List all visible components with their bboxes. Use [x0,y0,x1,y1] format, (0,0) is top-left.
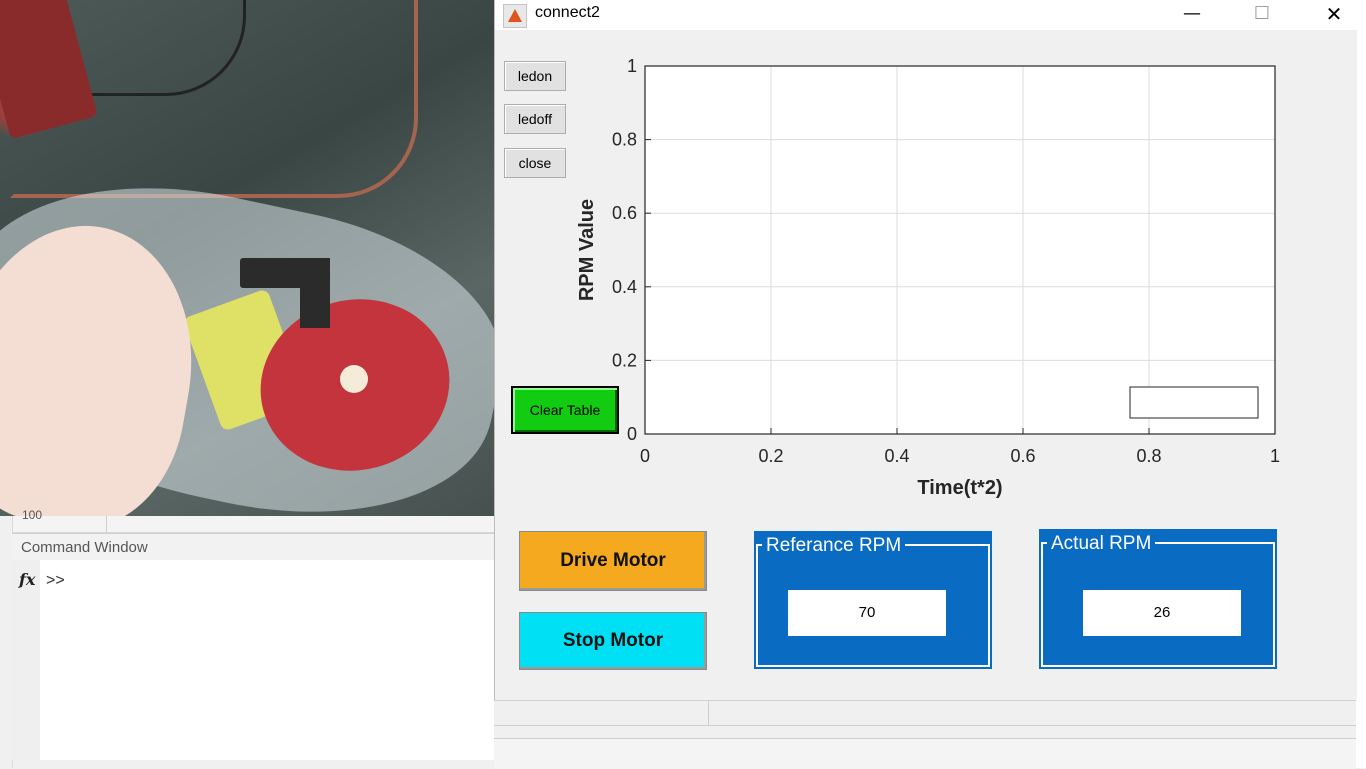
y-tick-label: 0.4 [612,277,637,297]
x-tick-label: 1 [1270,446,1280,466]
rpm-axes: 0 0.2 0.4 0.6 0.8 1 00.20.40.60.81 Time(t*2) … [576,56,1280,499]
right-gutter [1356,0,1366,768]
x-tick-label: 0.8 [1136,446,1161,466]
x-tick-label: 0.4 [884,446,909,466]
actual-rpm-title: Actual RPM [1047,533,1156,555]
actual-rpm-panel: Actual RPM 26 [1039,529,1277,669]
editor-status-strip: 100 [0,508,494,533]
lower-status-bar [494,738,1356,769]
zoom-value: 100 [22,508,43,522]
stop-motor-button[interactable]: Stop Motor [519,612,707,670]
x-tick-label: 0.6 [1010,446,1035,466]
x-axis-label: Time(t*2) [917,477,1002,499]
figure-window: connect2 — ☐ ✕ ledon ledoff close 0 0.2 0.… [494,0,1357,700]
plot-area [645,66,1275,434]
command-window-body[interactable] [12,560,494,760]
status-bar [494,700,1356,726]
fx-icon[interactable]: fx [19,570,35,589]
reference-rpm-panel: Referance RPM 70 [754,531,992,669]
y-tick-label: 0.8 [612,130,637,150]
command-window-gutter [12,560,40,760]
reference-rpm-field[interactable]: 70 [787,589,947,637]
y-tick-label: 1 [627,56,637,76]
x-tick-label: 0 [640,446,650,466]
y-tick-label: 0.6 [612,203,637,223]
y-axis-label: RPM Value [576,199,598,301]
command-window-header[interactable]: Command Window [12,533,494,561]
command-prompt[interactable]: >> [46,572,65,590]
clear-table-button[interactable]: Clear Table [511,386,619,434]
actual-rpm-field[interactable]: 26 [1082,589,1242,637]
y-tick-label: 0 [627,424,637,444]
drive-motor-button[interactable]: Drive Motor [519,531,707,591]
reference-rpm-title: Referance RPM [762,535,906,557]
legend-box [1129,386,1259,419]
x-tick-label: 0.2 [758,446,783,466]
camera-photo [0,0,494,516]
command-window-title: Command Window [21,539,148,556]
y-tick-label: 0.2 [612,350,637,370]
